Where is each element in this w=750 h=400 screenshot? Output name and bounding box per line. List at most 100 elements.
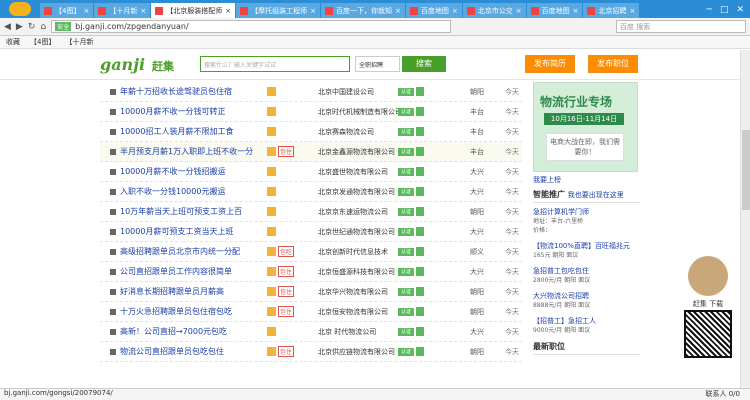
- back-icon[interactable]: ◀: [4, 22, 11, 32]
- checkbox[interactable]: [110, 148, 116, 155]
- promo-title[interactable]: 【招普工】急招工人: [533, 316, 640, 326]
- job-title[interactable]: 高级招聘跟单员北京市内统一分配: [120, 246, 266, 257]
- job-row[interactable]: 10000月薪不收一分钱可转正 北京时代机械制造有限公司 认证 丰台 今天: [100, 102, 522, 122]
- checkbox[interactable]: [110, 168, 116, 175]
- promo-item[interactable]: 大兴物流公司招聘 8888元/月 朝阳 面议: [533, 291, 640, 310]
- scrollbar[interactable]: [740, 50, 750, 400]
- close-icon[interactable]: ×: [573, 7, 579, 15]
- company-name[interactable]: 北京华兴物流有限公司: [318, 287, 400, 297]
- job-row[interactable]: 公司直招跟单员工作内容很简单 包住 北京恒盛源科技有限公司 认证 大兴 今天: [100, 262, 522, 282]
- maximize-icon[interactable]: □: [720, 5, 729, 15]
- job-row[interactable]: 半月预支月薪1万入职即上班不收一分 包住 北京金鑫源物流有限公司 认证 丰台 今…: [100, 142, 522, 162]
- company-name[interactable]: 北京世纪通物流有限公司: [318, 227, 400, 237]
- search-button[interactable]: 搜索: [402, 56, 446, 72]
- close-icon[interactable]: ×: [452, 7, 458, 15]
- job-row[interactable]: 10000招工人装月薪不限加工食 北京赛森物流公司 认证 丰台 今天: [100, 122, 522, 142]
- job-title[interactable]: 入职不收一分钱10000元搬运: [120, 186, 266, 197]
- post-resume-button[interactable]: 发布简历: [525, 55, 575, 73]
- close-icon[interactable]: ×: [516, 7, 522, 15]
- job-title[interactable]: 十万火急招聘跟单员包住宿包吃: [120, 306, 266, 317]
- site-logo[interactable]: ganji: [100, 55, 145, 74]
- checkbox[interactable]: [110, 128, 116, 135]
- browser-tab[interactable]: 百度一下，你就知 ×: [320, 3, 405, 18]
- job-row[interactable]: 高新！公司直招→7000元包吃 北京 时代物流公司 认证 大兴 今天: [100, 322, 522, 342]
- job-row[interactable]: 年薪十万招收长途驾驶员包住宿 北京中国建设公司 认证 朝阳 今天: [100, 82, 522, 102]
- browser-tab[interactable]: 北京招聘 ×: [583, 3, 640, 18]
- refresh-icon[interactable]: ↻: [28, 22, 36, 32]
- company-name[interactable]: 北京中国建设公司: [318, 87, 400, 97]
- forward-icon[interactable]: ▶: [16, 22, 23, 32]
- checkbox[interactable]: [110, 108, 116, 115]
- bookmark-item[interactable]: 【十月新: [65, 37, 93, 47]
- job-row[interactable]: 10万年薪当天上班可预支工资上百 北京京东速运物流公司 认证 朝阳 今天: [100, 202, 522, 222]
- job-row[interactable]: 入职不收一分钱10000元搬运 北京京发通物流有限公司 认证 大兴 今天: [100, 182, 522, 202]
- company-name[interactable]: 北京恒安物流有限公司: [318, 307, 400, 317]
- company-name[interactable]: 北京盛世物流有限公司: [318, 167, 400, 177]
- job-title[interactable]: 10000月薪可预支工资当天上班: [120, 226, 266, 237]
- promo-item[interactable]: 急招计算机学门师 地址：丰台-六里桥 价格：: [533, 207, 640, 235]
- browser-tab[interactable]: 北京市公交 ×: [462, 3, 526, 18]
- bookmark-item[interactable]: 【4图】: [30, 37, 55, 47]
- browser-tab[interactable]: 百度地图 ×: [526, 3, 583, 18]
- job-title[interactable]: 10000招工人装月薪不限加工食: [120, 126, 266, 137]
- bookmark-item[interactable]: 收藏: [6, 37, 20, 47]
- job-row[interactable]: 好消息长期招聘跟单员月薪高 包住 北京华兴物流有限公司 认证 朝阳 今天: [100, 282, 522, 302]
- company-name[interactable]: 北京京东速运物流公司: [318, 207, 400, 217]
- promo-title[interactable]: 急招计算机学门师: [533, 207, 640, 217]
- job-title[interactable]: 10000月薪不收一分钱可转正: [120, 106, 266, 117]
- close-icon[interactable]: ×: [395, 7, 401, 15]
- job-title[interactable]: 半月预支月薪1万入职即上班不收一分: [120, 146, 266, 157]
- checkbox[interactable]: [110, 248, 116, 255]
- checkbox[interactable]: [110, 348, 116, 355]
- close-icon[interactable]: ×: [83, 7, 89, 15]
- job-title[interactable]: 物流公司直招跟单员包吃包住: [120, 346, 266, 357]
- promo-item[interactable]: 【招普工】急招工人 9000元/月 朝阳 面议: [533, 316, 640, 335]
- job-row[interactable]: 10000月薪不收一分钱招搬运 北京盛世物流有限公司 认证 大兴 今天: [100, 162, 522, 182]
- company-name[interactable]: 北京京发通物流有限公司: [318, 187, 400, 197]
- job-title[interactable]: 10万年薪当天上班可预支工资上百: [120, 206, 266, 217]
- site-search-input[interactable]: 搜索什么？输入关键字试试: [200, 56, 350, 72]
- close-icon[interactable]: ×: [629, 7, 635, 15]
- company-name[interactable]: 北京时代机械制造有限公司: [318, 107, 400, 117]
- url-input[interactable]: 安全 bj.ganji.com/zpgendanyuan/: [51, 20, 452, 33]
- job-title[interactable]: 10000月薪不收一分钱招搬运: [120, 166, 266, 177]
- checkbox[interactable]: [110, 328, 116, 335]
- job-title[interactable]: 公司直招跟单员工作内容很简单: [120, 266, 266, 277]
- checkbox[interactable]: [110, 308, 116, 315]
- close-window-icon[interactable]: ✕: [736, 5, 744, 15]
- checkbox[interactable]: [110, 188, 116, 195]
- checkbox[interactable]: [110, 288, 116, 295]
- job-title[interactable]: 好消息长期招聘跟单员月薪高: [120, 286, 266, 297]
- job-row[interactable]: 物流公司直招跟单员包吃包住 包住 北京供应链物流有限公司 认证 朝阳 今天: [100, 342, 522, 362]
- promo-title[interactable]: 急招普工包吃包住: [533, 266, 640, 276]
- checkbox[interactable]: [110, 88, 116, 95]
- company-name[interactable]: 北京金鑫源物流有限公司: [318, 147, 400, 157]
- category-select[interactable]: 全职招聘: [355, 56, 400, 72]
- browser-logo-icon[interactable]: [0, 0, 40, 18]
- ad-banner[interactable]: 物流行业专场 10月16日-11月14日 电商大战在即，我们需要你！: [533, 82, 638, 172]
- browser-tab[interactable]: 【摩托组装工程师 ×: [236, 3, 320, 18]
- minimize-icon[interactable]: ─: [707, 5, 712, 15]
- close-icon[interactable]: ×: [140, 7, 146, 15]
- close-icon[interactable]: ×: [225, 7, 231, 15]
- browser-search-input[interactable]: 百度 搜索: [616, 20, 746, 33]
- promo-item[interactable]: 急招普工包吃包住 2800元/月 朝阳 面议: [533, 266, 640, 285]
- company-name[interactable]: 北京赛森物流公司: [318, 127, 400, 137]
- close-icon[interactable]: ×: [310, 7, 316, 15]
- browser-tab[interactable]: 百度地图 ×: [405, 3, 462, 18]
- post-job-button[interactable]: 发布职位: [588, 55, 638, 73]
- promo-item[interactable]: 【物流100%直聘】百旺福兆元 165元 朝阳 面议: [533, 241, 640, 260]
- promo-title[interactable]: 【物流100%直聘】百旺福兆元: [533, 241, 640, 251]
- company-name[interactable]: 北京创新时代信息技术: [318, 247, 400, 257]
- checkbox[interactable]: [110, 208, 116, 215]
- scrollbar-thumb[interactable]: [742, 130, 750, 210]
- company-name[interactable]: 北京 时代物流公司: [318, 327, 400, 337]
- contact-widget[interactable]: 联系人 0/0: [706, 389, 741, 399]
- job-row[interactable]: 10000月薪可预支工资当天上班 北京世纪通物流有限公司 认证 大兴 今天: [100, 222, 522, 242]
- home-icon[interactable]: ⌂: [40, 22, 46, 32]
- browser-tab-active[interactable]: 【北京服装搭配师 ×: [151, 3, 236, 18]
- job-row[interactable]: 十万火急招聘跟单员包住宿包吃 包住 北京恒安物流有限公司 认证 朝阳 今天: [100, 302, 522, 322]
- job-title[interactable]: 年薪十万招收长途驾驶员包住宿: [120, 86, 266, 97]
- company-name[interactable]: 北京恒盛源科技有限公司: [318, 267, 400, 277]
- job-title[interactable]: 高新！公司直招→7000元包吃: [120, 326, 266, 337]
